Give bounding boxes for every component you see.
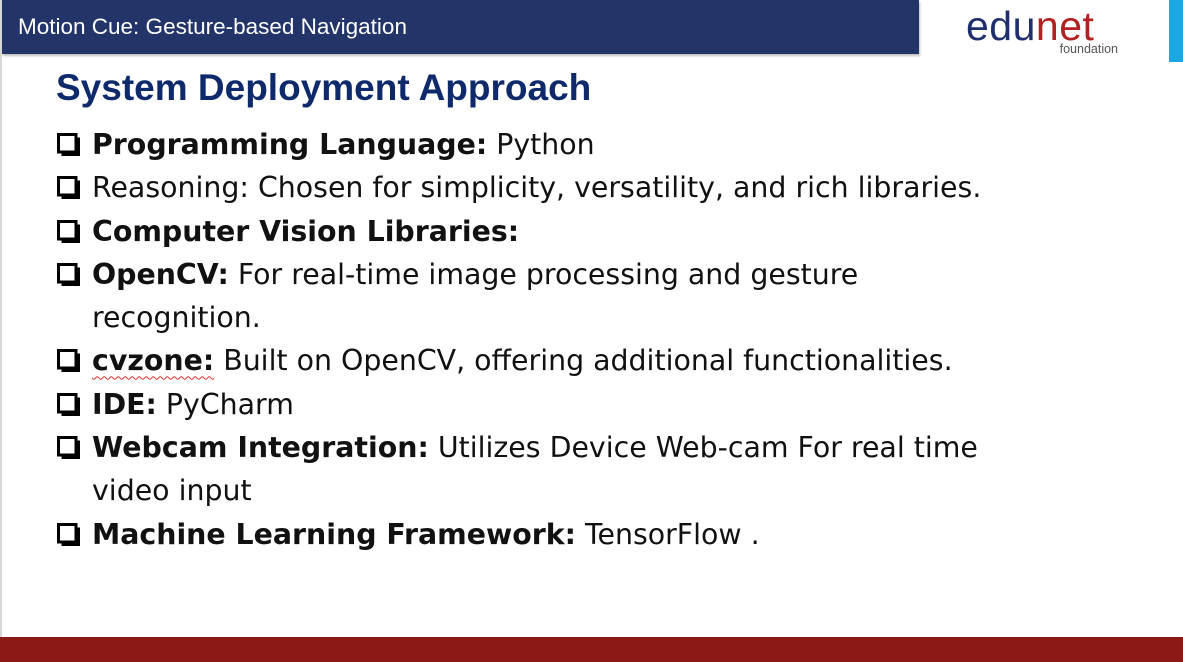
checkbox-square-icon: [57, 262, 80, 286]
logo-subtitle: foundation: [1059, 42, 1118, 56]
bullet-label: OpenCV:: [92, 257, 229, 291]
bullet-item: Reasoning: Chosen for simplicity, versat…: [56, 166, 1036, 209]
bullet-item: IDE: PyCharm: [56, 383, 1036, 426]
bullet-list: Programming Language: Python Reasoning: …: [56, 123, 1036, 556]
footer-bar: [0, 637, 1183, 662]
bullet-text: Python: [487, 128, 595, 161]
bullet-item: Programming Language: Python: [56, 123, 1036, 166]
bullet-label: IDE:: [92, 387, 157, 421]
checkbox-square-icon: [57, 219, 80, 243]
bullet-item: Computer Vision Libraries:: [56, 210, 1036, 253]
slide-title: System Deployment Approach: [56, 67, 592, 108]
bullet-text: Reasoning: Chosen for simplicity, versat…: [92, 171, 982, 205]
slide-left-edge: [0, 0, 2, 662]
checkbox-square-icon: [57, 176, 80, 200]
bullet-label: Webcam Integration:: [92, 431, 429, 465]
checkbox-square-icon: [57, 133, 80, 156]
header-bar: Motion Cue: Gesture-based Navigation: [2, 0, 919, 54]
checkbox-square-icon: [57, 392, 80, 416]
bullet-text: Built on OpenCV, offering additional fun…: [214, 344, 953, 378]
logo-edu: edu: [966, 3, 1036, 49]
bullet-item: OpenCV: For real-time image processing a…: [56, 253, 1036, 340]
bullet-item: Machine Learning Framework: TensorFlow .: [56, 513, 1036, 556]
bullet-item: Webcam Integration: Utilizes Device Web-…: [56, 426, 1036, 513]
bullet-item: cvzone: Built on OpenCV, offering additi…: [56, 339, 1036, 382]
checkbox-square-icon: [57, 349, 80, 373]
checkbox-square-icon: [57, 436, 80, 460]
bullet-label: Programming Language:: [92, 128, 488, 161]
bullet-text: PyCharm: [156, 387, 294, 421]
edunet-logo: edunet foundation: [966, 4, 1126, 60]
bullet-label: Machine Learning Framework:: [92, 517, 576, 551]
checkbox-square-icon: [57, 522, 80, 546]
bullet-label: cvzone:: [92, 344, 215, 378]
bullet-text: TensorFlow .: [575, 517, 760, 551]
accent-strip: [1169, 0, 1183, 62]
header-title: Motion Cue: Gesture-based Navigation: [18, 14, 407, 39]
bullet-label: Computer Vision Libraries:: [92, 214, 520, 248]
